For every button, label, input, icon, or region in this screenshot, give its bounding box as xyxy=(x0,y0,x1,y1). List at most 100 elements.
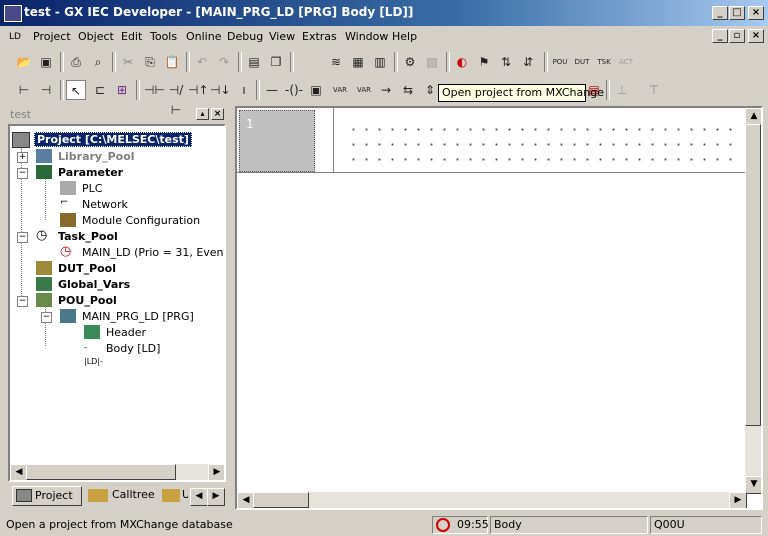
mdi-minimize-button[interactable]: _ xyxy=(712,29,728,43)
table-icon[interactable]: ▥ xyxy=(370,52,390,72)
coil-icon[interactable]: -()- xyxy=(284,80,304,100)
branch-icon[interactable]: ⊥ xyxy=(612,80,632,100)
ladder-editor[interactable]: 1 ▲ ▼ ◀ ▶ xyxy=(235,106,763,510)
status-plc-panel: Q00U xyxy=(650,516,762,534)
dut-icon[interactable]: DUT xyxy=(572,52,592,72)
task-icon[interactable]: TSK xyxy=(594,52,614,72)
mdi-document-icon[interactable]: LD xyxy=(4,28,26,46)
tree-project-root[interactable]: Project [C:\MELSEC\test] xyxy=(34,132,192,147)
contact-parallel-icon[interactable]: ı xyxy=(234,80,254,100)
menu-object[interactable]: Object xyxy=(78,30,114,43)
maximize-button[interactable]: □ xyxy=(729,6,745,20)
select-pointer-icon[interactable]: ↖ xyxy=(66,80,86,100)
expand-library-pool[interactable]: + xyxy=(17,152,28,163)
menu-online[interactable]: Online xyxy=(186,30,221,43)
menu-extras[interactable]: Extras xyxy=(302,30,337,43)
contact-neg-icon[interactable]: ⊣↓ xyxy=(210,80,231,100)
editor-vscroll-thumb[interactable] xyxy=(745,124,761,426)
properties-icon[interactable]: ▤ xyxy=(244,52,264,72)
tree-module-config[interactable]: Module Configuration xyxy=(82,214,200,227)
minimize-button[interactable]: _ xyxy=(712,6,728,20)
menu-help[interactable]: Help xyxy=(392,30,417,43)
menu-debug[interactable]: Debug xyxy=(227,30,263,43)
collapse-main-prg[interactable]: − xyxy=(41,312,52,323)
insert-network-icon[interactable]: ⊢ xyxy=(14,80,34,100)
tab-scroll-left[interactable]: ◀ xyxy=(190,488,208,506)
collapse-parameter[interactable]: − xyxy=(17,168,28,179)
scroll-down-button[interactable]: ▼ xyxy=(745,476,761,494)
anchor-icon[interactable]: ⊤ xyxy=(644,80,664,100)
tree-parameter[interactable]: Parameter xyxy=(58,166,123,179)
menu-view[interactable]: View xyxy=(269,30,295,43)
tree-body-ld[interactable]: Body [LD] xyxy=(106,342,160,355)
tree-horizontal-scrollbar[interactable]: ◀ ▶ xyxy=(10,464,224,480)
program-icon xyxy=(60,309,76,323)
contact-nc-icon[interactable]: ⊣/⊢ xyxy=(166,80,186,117)
tree-plc[interactable]: PLC xyxy=(82,182,102,195)
cut-icon[interactable]: ✂ xyxy=(118,52,138,72)
block-tool-icon[interactable]: ⊞ xyxy=(112,80,132,100)
tree-library-pool[interactable]: Library_Pool xyxy=(58,150,135,163)
editor-horizontal-scrollbar[interactable]: ◀ ▶ xyxy=(237,492,747,508)
insert-after-icon[interactable]: ⊣ xyxy=(36,80,56,100)
plc-icon xyxy=(60,181,76,195)
tree-main-prg[interactable]: MAIN_PRG_LD [PRG] xyxy=(82,310,194,323)
panel-close-button[interactable]: × xyxy=(211,108,224,120)
undo-icon[interactable]: ↶ xyxy=(192,52,212,72)
panel-restore-button[interactable]: ▴ xyxy=(196,108,209,120)
return-icon[interactable]: ⇆ xyxy=(398,80,418,100)
tree-global-vars[interactable]: Global_Vars xyxy=(58,278,130,291)
menu-window[interactable]: Window xyxy=(345,30,388,43)
network-label-cell[interactable]: 1 xyxy=(239,110,315,172)
rebuild-icon[interactable]: ⚑ xyxy=(474,52,494,72)
editor-hscroll-thumb[interactable] xyxy=(253,492,309,508)
menu-edit[interactable]: Edit xyxy=(121,30,142,43)
grid-icon[interactable]: ▦ xyxy=(348,52,368,72)
jump-icon[interactable]: → xyxy=(376,80,396,100)
tree-dut-pool[interactable]: DUT_Pool xyxy=(58,262,116,275)
collapse-task-pool[interactable]: − xyxy=(17,232,28,243)
tree-network[interactable]: Network xyxy=(82,198,128,211)
mxchange-icon[interactable]: ▧ xyxy=(422,52,442,72)
layers-icon[interactable]: ≋ xyxy=(326,52,346,72)
tree-pou-pool[interactable]: POU_Pool xyxy=(58,294,117,307)
line-tool-icon[interactable]: ⊏ xyxy=(90,80,110,100)
save-icon[interactable]: ▣ xyxy=(36,52,56,72)
function-block-icon[interactable]: ▣ xyxy=(306,80,326,100)
mdi-restore-button[interactable]: ▫ xyxy=(729,29,745,43)
tree-scroll-thumb[interactable] xyxy=(26,464,176,480)
editor-scroll-right[interactable]: ▶ xyxy=(729,492,747,508)
scroll-right-button[interactable]: ▶ xyxy=(208,464,224,480)
contact-pos-icon[interactable]: ⊣↑ xyxy=(188,80,209,100)
contact-no-icon[interactable]: ⊣⊢ xyxy=(144,80,165,100)
tab-scroll-right[interactable]: ▶ xyxy=(207,488,225,506)
menu-project[interactable]: Project xyxy=(33,30,71,43)
tree-main-ld-task[interactable]: MAIN_LD (Prio = 31, Event = xyxy=(82,246,224,259)
mdi-close-button[interactable]: × xyxy=(748,29,764,43)
close-button[interactable]: × xyxy=(748,6,764,20)
open-folder-icon[interactable]: 📂 xyxy=(14,52,34,72)
print-preview-icon[interactable]: ⌕ xyxy=(88,52,108,72)
copy-icon[interactable]: ⎘ xyxy=(140,52,160,72)
vertical-line-icon[interactable]: ⇕ xyxy=(420,80,440,100)
compile-icon[interactable]: ◐ xyxy=(452,52,472,72)
print-icon[interactable]: ⎙ xyxy=(66,52,86,72)
pou-icon[interactable]: POU xyxy=(550,52,570,72)
var-output-icon[interactable]: VAR xyxy=(354,80,374,100)
online-icon[interactable]: ⚙ xyxy=(400,52,420,72)
redo-icon[interactable]: ↷ xyxy=(214,52,234,72)
windows-icon[interactable]: ❐ xyxy=(266,52,286,72)
var-input-icon[interactable]: VAR xyxy=(330,80,350,100)
editor-vertical-scrollbar[interactable]: ▲ ▼ xyxy=(745,108,761,494)
paste-icon[interactable]: 📋 xyxy=(162,52,182,72)
horizontal-line-icon[interactable]: — xyxy=(262,80,282,100)
task-clock-icon: ◷ xyxy=(60,244,72,259)
collapse-pou-pool[interactable]: − xyxy=(17,296,28,307)
menu-tools[interactable]: Tools xyxy=(150,30,177,43)
monitor-icon[interactable]: ⇵ xyxy=(518,52,538,72)
tree-header[interactable]: Header xyxy=(106,326,146,339)
tree-task-pool[interactable]: Task_Pool xyxy=(58,230,118,243)
act-icon[interactable]: ACT xyxy=(616,52,636,72)
transfer-icon[interactable]: ⇅ xyxy=(496,52,516,72)
ladder-grid[interactable] xyxy=(347,122,742,162)
